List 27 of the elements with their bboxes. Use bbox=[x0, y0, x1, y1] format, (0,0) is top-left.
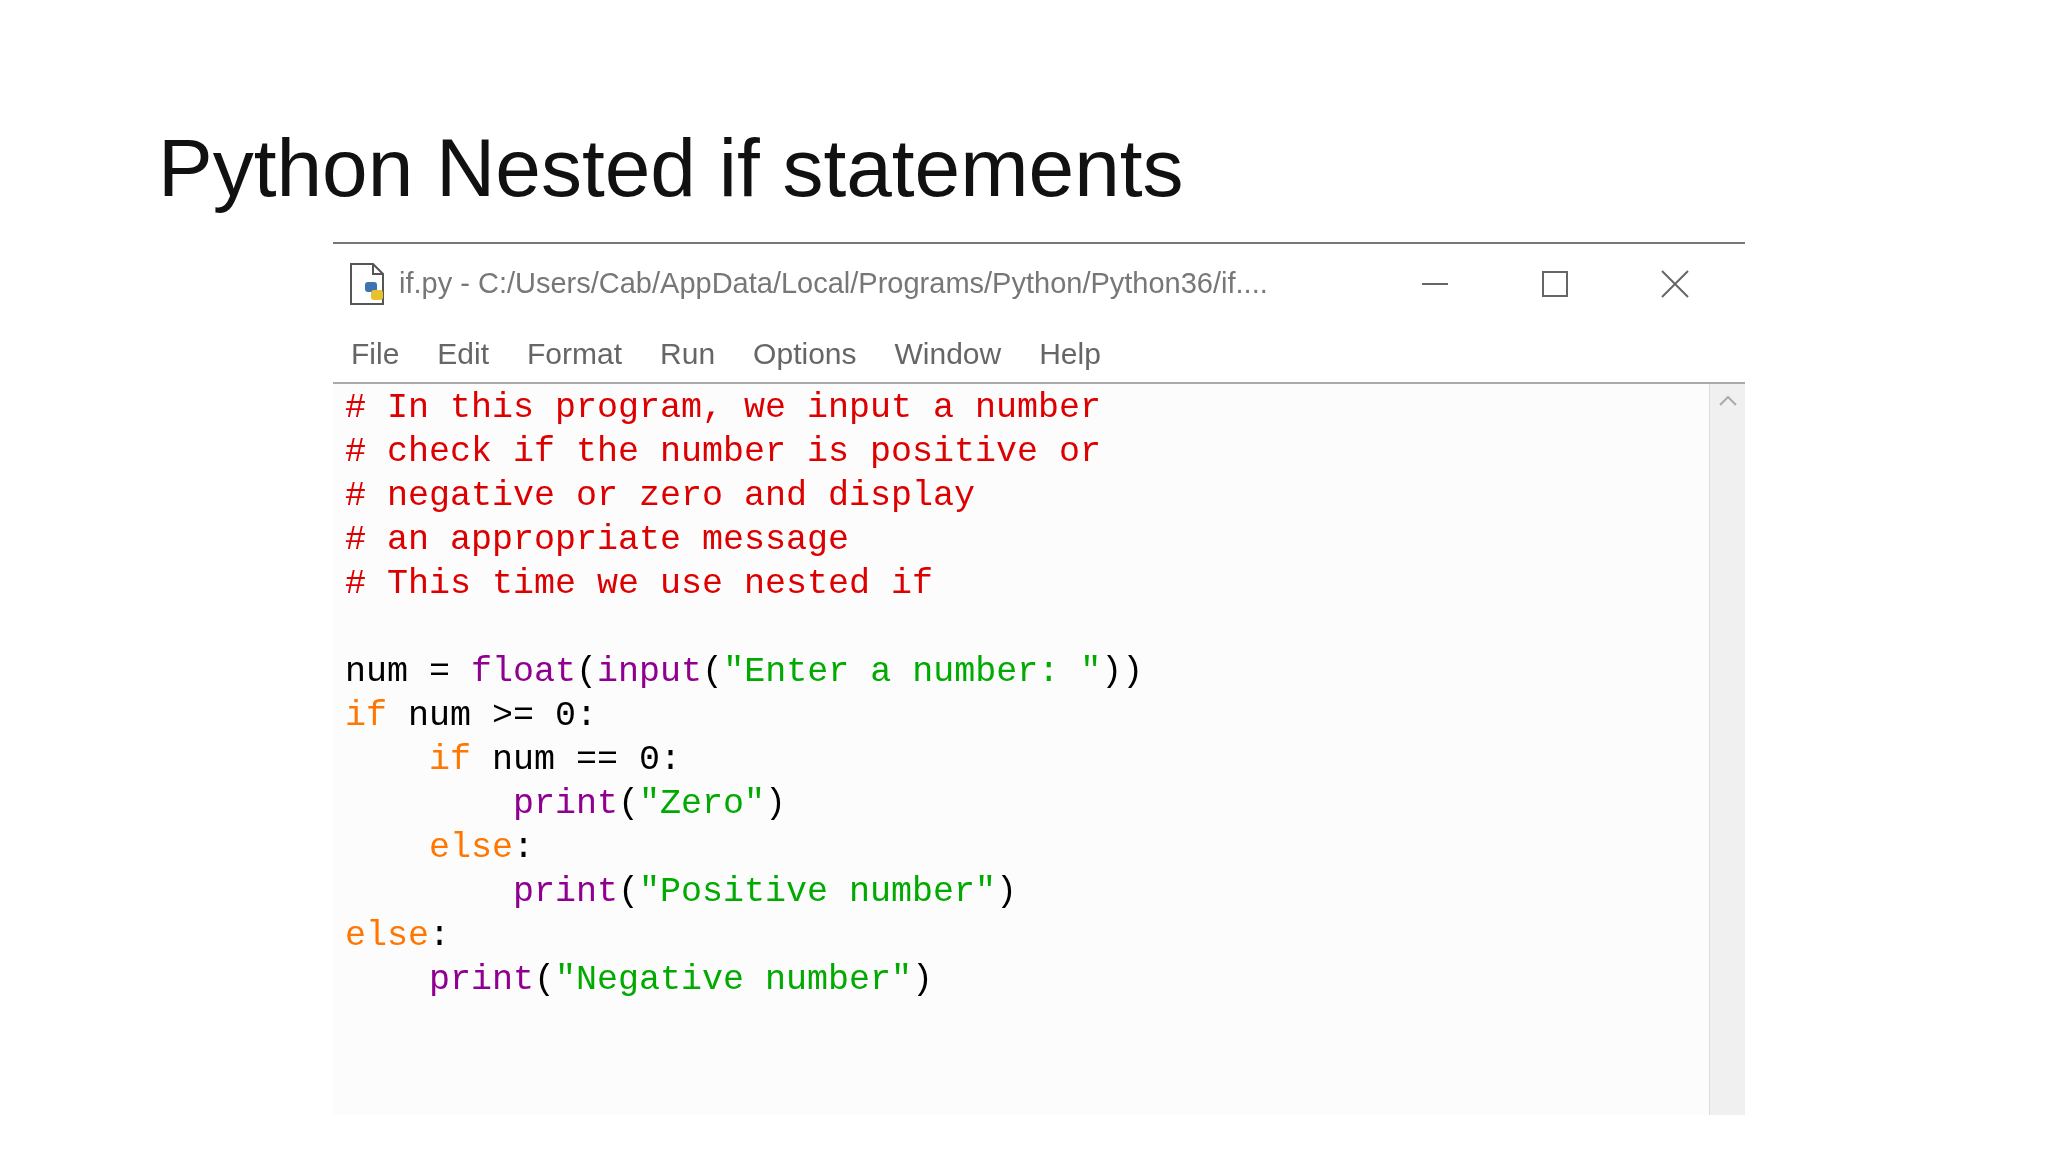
menu-item[interactable]: Help bbox=[1033, 330, 1107, 376]
code-line: else: bbox=[345, 915, 451, 958]
menu-item[interactable]: Window bbox=[888, 330, 1008, 376]
scroll-up-icon bbox=[1718, 396, 1737, 406]
menu-item[interactable]: Run bbox=[654, 330, 722, 376]
code-line: if num == 0: bbox=[429, 739, 682, 782]
code-line: # an appropriate message bbox=[345, 519, 850, 562]
code-line: else: bbox=[429, 827, 535, 870]
code-line: # This time we use nested if bbox=[345, 563, 934, 606]
scrollbar[interactable] bbox=[1709, 384, 1745, 1115]
close-icon bbox=[1661, 270, 1689, 298]
minimize-icon bbox=[1422, 283, 1448, 285]
code-line: # negative or zero and display bbox=[345, 475, 976, 518]
code-line: print("Negative number") bbox=[429, 959, 934, 1002]
window-title: if.py - C:/Users/Cab/AppData/Local/Programs/Python/Python36/if.... bbox=[399, 266, 1268, 302]
code-line: print("Positive number") bbox=[513, 871, 1018, 914]
menu-item[interactable]: Edit bbox=[431, 330, 496, 376]
slide-title: Python Nested if statements bbox=[158, 121, 1184, 215]
code-line: # check if the number is positive or bbox=[345, 431, 1102, 474]
maximize-icon bbox=[1542, 271, 1568, 297]
menu-item[interactable]: Options bbox=[747, 330, 863, 376]
menu-item[interactable]: File bbox=[345, 330, 406, 376]
code-line: if num >= 0: bbox=[345, 695, 598, 738]
menu-item[interactable]: Format bbox=[521, 330, 629, 376]
code-line: num = float(input("Enter a number: ")) bbox=[345, 651, 1144, 694]
code-line: # In this program, we input a number bbox=[345, 387, 1102, 430]
code-line: print("Zero") bbox=[513, 783, 787, 826]
